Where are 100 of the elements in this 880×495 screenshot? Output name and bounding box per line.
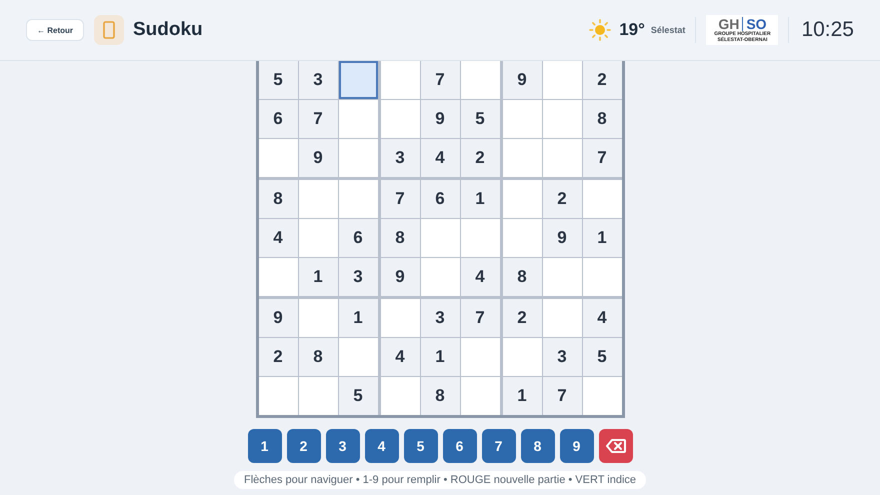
sudoku-cell[interactable]: 4	[380, 338, 420, 376]
digit-button[interactable]: 7	[482, 429, 516, 463]
sudoku-cell[interactable]: 7	[460, 299, 500, 337]
sudoku-cell[interactable]: 1	[298, 258, 338, 296]
clock: 10:25	[801, 18, 854, 42]
digit-button[interactable]: 2	[286, 429, 320, 463]
sudoku-cell[interactable]	[542, 258, 582, 296]
sudoku-cell[interactable]	[298, 377, 338, 415]
digit-button[interactable]: 9	[560, 429, 594, 463]
sudoku-cell[interactable]: 4	[420, 139, 460, 177]
sudoku-cell[interactable]: 7	[298, 100, 338, 138]
sudoku-cell[interactable]: 8	[380, 219, 420, 257]
sudoku-cell[interactable]: 3	[420, 299, 460, 337]
erase-button[interactable]	[598, 429, 632, 463]
city-name: Sélestat	[650, 25, 686, 35]
sudoku-cell[interactable]: 2	[502, 299, 542, 337]
sudoku-cell[interactable]	[338, 61, 378, 99]
sudoku-cell[interactable]	[298, 219, 338, 257]
sudoku-cell[interactable]	[258, 377, 298, 415]
sudoku-cell[interactable]: 8	[258, 180, 298, 218]
sudoku-cell[interactable]: 9	[542, 219, 582, 257]
sudoku-cell[interactable]: 1	[582, 219, 622, 257]
sudoku-cell[interactable]	[502, 139, 542, 177]
sudoku-cell[interactable]	[582, 377, 622, 415]
sudoku-cell[interactable]: 3	[542, 338, 582, 376]
sudoku-cell[interactable]	[380, 299, 420, 337]
sudoku-cell[interactable]: 2	[460, 139, 500, 177]
sudoku-cell[interactable]	[502, 219, 542, 257]
sudoku-cell[interactable]	[298, 180, 338, 218]
sudoku-cell[interactable]: 4	[582, 299, 622, 337]
sudoku-cell[interactable]: 3	[338, 258, 378, 296]
digit-button[interactable]: 1	[248, 429, 282, 463]
sudoku-cell[interactable]	[338, 139, 378, 177]
sudoku-cell[interactable]	[542, 139, 582, 177]
temperature: 19°	[619, 20, 645, 40]
sudoku-cell[interactable]: 9	[298, 139, 338, 177]
sudoku-cell[interactable]: 5	[338, 377, 378, 415]
sudoku-cell[interactable]	[460, 219, 500, 257]
sudoku-cell[interactable]: 2	[542, 180, 582, 218]
sudoku-cell[interactable]	[420, 258, 460, 296]
sudoku-cell[interactable]	[380, 100, 420, 138]
sudoku-cell[interactable]: 1	[502, 377, 542, 415]
sudoku-cell[interactable]: 8	[582, 100, 622, 138]
digit-button[interactable]: 8	[520, 429, 554, 463]
backspace-icon	[606, 439, 626, 453]
sudoku-cell[interactable]: 5	[258, 61, 298, 99]
back-button[interactable]: ← Retour	[26, 19, 84, 41]
sudoku-cell[interactable]: 1	[460, 180, 500, 218]
sudoku-cell[interactable]	[258, 139, 298, 177]
sudoku-cell[interactable]	[502, 180, 542, 218]
phone-icon	[94, 15, 124, 45]
sudoku-cell[interactable]	[582, 258, 622, 296]
sudoku-cell[interactable]: 3	[380, 139, 420, 177]
sudoku-cell[interactable]	[502, 338, 542, 376]
sun-icon	[589, 19, 612, 41]
sudoku-cell[interactable]: 9	[258, 299, 298, 337]
sudoku-cell[interactable]	[338, 100, 378, 138]
sudoku-cell[interactable]	[542, 299, 582, 337]
sudoku-cell[interactable]	[380, 61, 420, 99]
sudoku-cell[interactable]	[380, 377, 420, 415]
digit-button[interactable]: 5	[404, 429, 438, 463]
sudoku-cell[interactable]: 4	[258, 219, 298, 257]
sudoku-cell[interactable]: 1	[420, 338, 460, 376]
sudoku-cell[interactable]: 4	[460, 258, 500, 296]
sudoku-cell[interactable]	[460, 338, 500, 376]
sudoku-cell[interactable]: 7	[420, 61, 460, 99]
digit-button[interactable]: 4	[364, 429, 398, 463]
sudoku-cell[interactable]	[298, 299, 338, 337]
sudoku-cell[interactable]: 2	[582, 61, 622, 99]
sudoku-cell[interactable]	[420, 219, 460, 257]
sudoku-cell[interactable]	[502, 100, 542, 138]
sudoku-cell[interactable]	[582, 180, 622, 218]
sudoku-cell[interactable]: 7	[582, 139, 622, 177]
digit-button[interactable]: 3	[326, 429, 360, 463]
sudoku-cell[interactable]: 1	[338, 299, 378, 337]
sudoku-cell[interactable]	[460, 61, 500, 99]
sudoku-cell[interactable]: 5	[460, 100, 500, 138]
sudoku-cell[interactable]: 6	[420, 180, 460, 218]
sudoku-cell[interactable]	[338, 180, 378, 218]
sudoku-cell[interactable]	[338, 338, 378, 376]
sudoku-cell[interactable]: 3	[298, 61, 338, 99]
sudoku-cell[interactable]: 7	[542, 377, 582, 415]
sudoku-cell[interactable]	[258, 258, 298, 296]
sudoku-cell[interactable]: 9	[380, 258, 420, 296]
sudoku-cell[interactable]	[542, 100, 582, 138]
digit-button[interactable]: 6	[442, 429, 476, 463]
sudoku-cell[interactable]: 5	[582, 338, 622, 376]
sudoku-cell[interactable]	[542, 61, 582, 99]
sudoku-cell[interactable]: 2	[258, 338, 298, 376]
sudoku-cell[interactable]: 9	[502, 61, 542, 99]
sudoku-cell[interactable]: 9	[420, 100, 460, 138]
sudoku-cell[interactable]: 6	[338, 219, 378, 257]
sudoku-cell[interactable]	[460, 377, 500, 415]
page-title: Sudoku	[133, 19, 203, 41]
sudoku-cell[interactable]: 8	[502, 258, 542, 296]
keyboard-hint: Flèches pour naviguer • 1-9 pour remplir • ROUGE nouvelle partie • VERT indice	[234, 471, 646, 489]
sudoku-cell[interactable]: 8	[420, 377, 460, 415]
sudoku-cell[interactable]: 6	[258, 100, 298, 138]
sudoku-cell[interactable]: 8	[298, 338, 338, 376]
sudoku-cell[interactable]: 7	[380, 180, 420, 218]
